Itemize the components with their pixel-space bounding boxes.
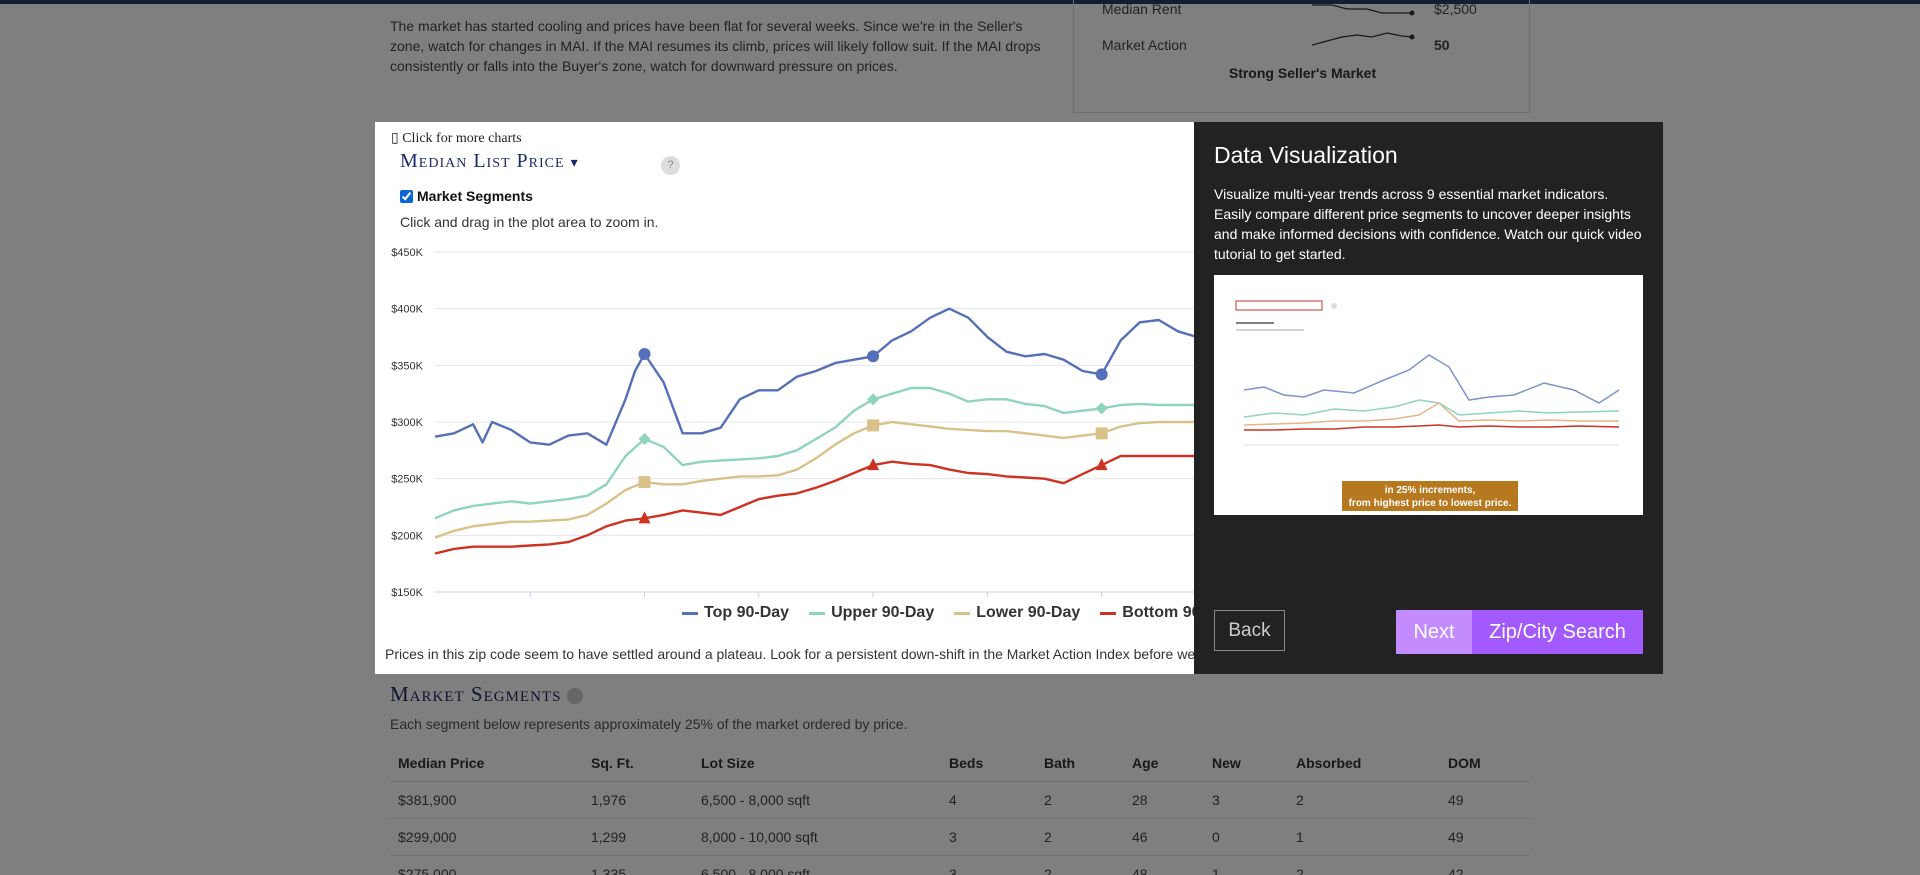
legend-label: Bottom 90-Day <box>1122 604 1194 621</box>
data-point-marker <box>1095 368 1108 381</box>
zoom-hint: Click and drag in the plot area to zoom … <box>400 214 659 230</box>
series-line-upper-90-day <box>434 386 1194 520</box>
data-point-marker <box>638 476 651 489</box>
y-tick-label: $300K <box>391 417 423 429</box>
y-tick-label: $350K <box>391 360 423 372</box>
data-point-marker <box>1095 402 1108 415</box>
back-button[interactable]: Back <box>1214 610 1285 651</box>
info-panel-description: Visualize multi-year trends across 9 ess… <box>1214 186 1642 262</box>
y-tick-label: $200K <box>391 530 423 542</box>
legend-item[interactable]: Lower 90-Day <box>954 604 1080 622</box>
chevron-down-icon: ▾ <box>570 156 579 171</box>
legend-item[interactable]: Upper 90-Day <box>809 604 934 622</box>
legend-swatch <box>809 611 826 615</box>
y-tick-label: $400K <box>391 304 423 316</box>
series-line-bottom-90-day <box>434 454 1194 555</box>
next-button[interactable]: Next <box>1396 610 1472 654</box>
y-tick-label: $250K <box>391 474 423 486</box>
chart-legend: Top 90-Day Upper 90-Day Lower 90-Day Bottom… <box>682 604 1194 622</box>
data-point-marker <box>867 350 880 363</box>
chart-type-dropdown[interactable]: Median List Price ▾ <box>400 150 579 173</box>
legend-label: Top 90-Day <box>704 604 790 621</box>
legend-item[interactable]: Bottom 90-Day <box>1100 604 1194 622</box>
data-point-marker <box>638 348 651 360</box>
chart-panel: ▯ Click for more charts Median List Pric… <box>375 122 1194 674</box>
preview-banner-line2: from highest price to lowest price. <box>1349 498 1512 509</box>
median-list-price-chart[interactable]: $150K$200K$250K$300K$350K$400K$450KDec 2… <box>375 242 1194 602</box>
chart-icon: ▯ <box>391 131 403 146</box>
preview-banner-line1: in 25% increments, <box>1385 485 1476 496</box>
info-panel-title: Data Visualization <box>1214 142 1398 168</box>
legend-swatch <box>682 611 698 615</box>
zip-city-search-button[interactable]: Zip/City Search <box>1472 610 1643 654</box>
preview-thumbnail: in 25% increments, from highest price to… <box>1214 275 1643 515</box>
tutorial-preview-image[interactable]: in 25% increments, from highest price to… <box>1214 275 1643 515</box>
data-point-marker <box>1095 427 1108 440</box>
legend-label: Lower 90-Day <box>976 604 1081 621</box>
legend-label: Upper 90-Day <box>831 604 935 621</box>
legend-swatch <box>954 611 971 615</box>
info-panel: Data Visualization Visualize multi-year … <box>1194 122 1663 674</box>
data-point-marker <box>867 393 880 406</box>
data-point-marker <box>867 419 880 432</box>
more-charts-link[interactable]: ▯ Click for more charts <box>391 130 522 147</box>
info-icon[interactable]: ? <box>661 156 680 175</box>
chart-caption: Prices in this zip code seem to have set… <box>385 646 1194 662</box>
legend-item[interactable]: Top 90-Day <box>682 604 789 622</box>
market-segments-checkbox[interactable] <box>400 189 413 203</box>
y-tick-label: $150K <box>391 587 423 599</box>
legend-swatch <box>1100 611 1117 615</box>
market-segments-toggle[interactable]: Market Segments <box>400 188 533 204</box>
series-line-top-90-day <box>434 307 1194 446</box>
y-tick-label: $450K <box>391 247 423 259</box>
